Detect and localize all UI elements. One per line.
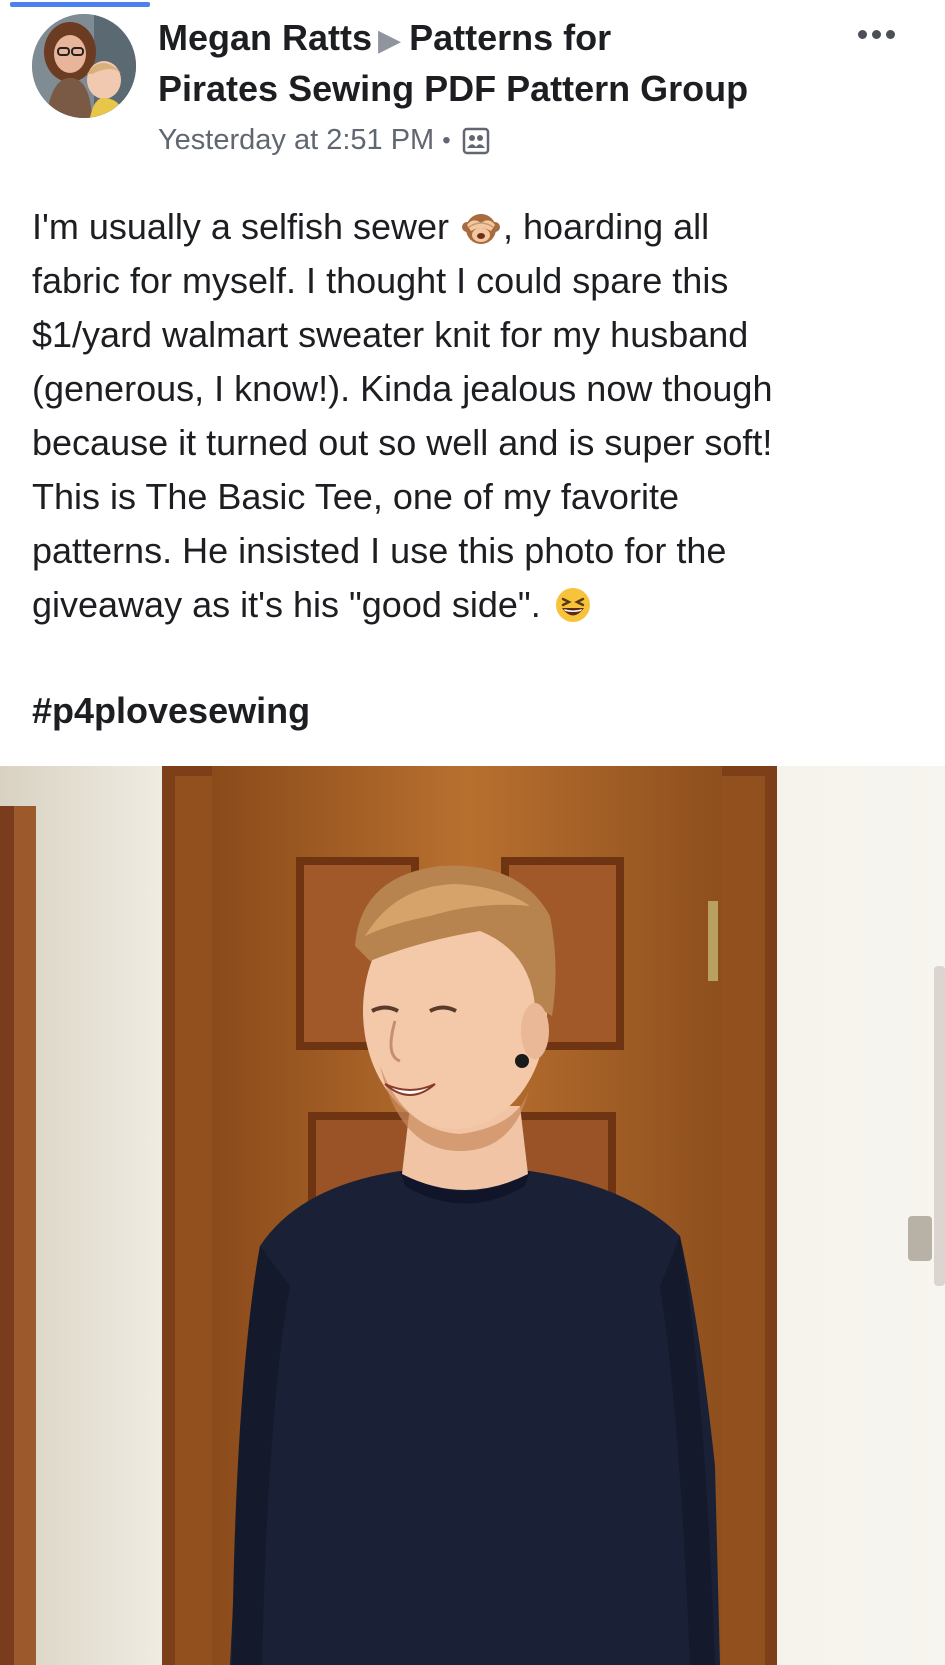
post-timestamp[interactable]: Yesterday at 2:51 PM — [158, 124, 434, 157]
more-dots-icon — [857, 29, 867, 39]
group-name-link-line2[interactable]: Pirates Sewing PDF Pattern Group — [158, 68, 748, 109]
post-body: I'm usually a selfish sewer , hoarding a… — [32, 200, 917, 632]
post-text-line: giveaway as it's his "good side". — [32, 578, 917, 632]
post-photo[interactable] — [0, 766, 945, 1665]
arrow-right-icon: ▶ — [378, 24, 402, 57]
group-icon — [462, 127, 489, 154]
see-no-evil-monkey-icon — [462, 214, 501, 244]
post-text-line: because it turned out so well and is sup… — [32, 422, 773, 463]
meta-separator: • — [442, 126, 451, 154]
author-name-link[interactable]: Megan Ratts — [158, 17, 372, 58]
post-text-line: I'm usually a selfish sewer , hoarding a… — [32, 206, 710, 247]
post-text-line: $1/yard walmart sweater knit for my husb… — [32, 314, 749, 355]
post-text-line: fabric for myself. I thought I could spa… — [32, 260, 729, 301]
more-options-button[interactable] — [852, 22, 900, 46]
post-title: Megan Ratts ▶ Patterns for Pirates Sewing … — [158, 14, 858, 113]
post-meta: Yesterday at 2:51 PM • — [158, 124, 491, 157]
author-avatar[interactable] — [32, 14, 136, 118]
post-text-line: (generous, I know!). Kinda jealous now t… — [32, 368, 773, 409]
laughing-face-icon — [555, 588, 590, 622]
post-text-line: patterns. He insisted I use this photo f… — [32, 530, 727, 571]
hashtag-link[interactable]: #p4plovesewing — [32, 690, 310, 732]
post-text-line: This is The Basic Tee, one of my favorit… — [32, 476, 679, 517]
group-name-link-line1[interactable]: Patterns for — [409, 17, 611, 58]
post-header: Megan Ratts ▶ Patterns for Pirates Sewing … — [0, 0, 945, 170]
